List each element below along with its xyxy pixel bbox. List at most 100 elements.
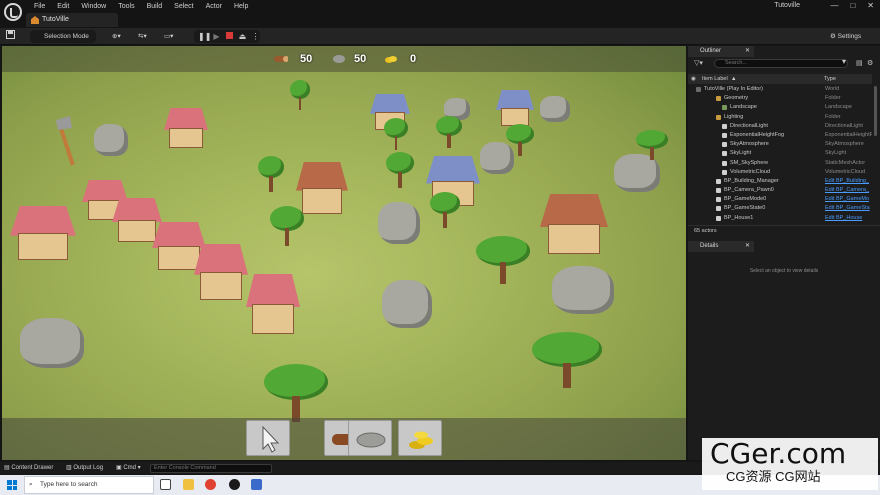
step-icon[interactable]: ▶	[212, 30, 221, 43]
outliner-row[interactable]: BP_Building_Manager Edit BP_Building_	[688, 177, 872, 186]
edit-blueprint-link[interactable]: Edit BP_Camera_	[825, 186, 872, 195]
output-log-button[interactable]: ▥ Output Log	[66, 464, 103, 472]
outliner-row[interactable]: ExponentialHeightFog ExponentialHeightFog	[688, 131, 872, 140]
output-log-label: Output Log	[73, 465, 104, 471]
console-command-input[interactable]: Enter Console Command	[150, 464, 272, 473]
settings-button[interactable]: ⚙ Settings	[830, 30, 876, 43]
row-label: Geometry	[724, 95, 749, 102]
close-icon[interactable]: ✕	[745, 46, 750, 57]
menu-edit[interactable]: Edit	[51, 2, 75, 12]
outliner-row[interactable]: DirectionalLight DirectionalLight	[688, 122, 872, 131]
content-drawer-button[interactable]: ▤ Content Drawer	[4, 464, 53, 472]
menu-tools[interactable]: Tools	[112, 2, 140, 12]
menu-build[interactable]: Build	[141, 2, 169, 12]
menu-select[interactable]: Select	[168, 2, 199, 12]
edit-blueprint-link[interactable]: Edit BP_Building_	[825, 177, 872, 186]
build-goldmine-button[interactable]	[398, 420, 442, 456]
outliner-row[interactable]: BP_GameState0 Edit BP_GameSta	[688, 204, 872, 213]
unreal-logo-icon[interactable]	[4, 3, 22, 21]
row-label: BP_GameMode0	[724, 196, 767, 203]
pause-icon[interactable]: ❚❚	[198, 30, 211, 43]
outliner-row[interactable]: SkyLight SkyLight	[688, 149, 872, 158]
col-type[interactable]: Type	[824, 74, 836, 84]
row-type: Landscape	[825, 104, 852, 111]
maximize-icon[interactable]: □	[850, 1, 855, 10]
row-label: ExponentialHeightFog	[730, 131, 785, 138]
game-viewport[interactable]: 50 50 0	[2, 46, 686, 460]
close-icon[interactable]: ✕	[867, 1, 874, 10]
outliner-search-input[interactable]: Search...	[714, 59, 848, 68]
eye-icon[interactable]: ◉	[691, 74, 696, 84]
file-explorer-icon[interactable]	[183, 479, 194, 490]
build-quarry-button[interactable]	[348, 420, 392, 456]
level-tab[interactable]: TutoVille	[26, 13, 118, 27]
eject-icon[interactable]: ⏏	[238, 30, 247, 43]
outliner-row[interactable]: Landscape Landscape	[688, 103, 872, 112]
app-taskbar-icon[interactable]	[251, 479, 262, 490]
fog-icon	[722, 132, 727, 138]
tab-outliner[interactable]: Outliner ✕	[688, 46, 754, 57]
outliner-row[interactable]: SM_SkySphere StaticMeshActor	[688, 159, 872, 168]
chrome-icon[interactable]	[205, 479, 216, 490]
menu-help[interactable]: Help	[228, 2, 254, 12]
outliner-scrollbar[interactable]	[874, 86, 877, 136]
wood-log-icon	[274, 56, 288, 62]
menu-window[interactable]: Window	[75, 2, 112, 12]
row-type: Folder	[825, 95, 841, 102]
console-placeholder: Enter Console Command	[154, 465, 216, 471]
selection-mode-dropdown[interactable]: Selection Mode ▾	[30, 30, 96, 53]
cursor-tool-button[interactable]	[246, 420, 290, 456]
chevron-down-icon[interactable]: ▾	[842, 57, 846, 66]
outliner-tab-label: Outliner	[700, 48, 722, 54]
more-options-icon[interactable]: ⋮	[251, 30, 260, 43]
edit-blueprint-link[interactable]: Edit BP_GameSta	[825, 204, 872, 213]
filter-icon[interactable]: ▽▾	[694, 59, 703, 67]
task-view-icon[interactable]	[160, 479, 171, 490]
static-mesh-icon	[722, 160, 727, 166]
cmd-dropdown[interactable]: ▣ Cmd ▾	[116, 464, 141, 472]
stop-icon[interactable]	[225, 30, 234, 43]
tree-model	[506, 124, 534, 156]
row-label: TutoVille (Play In Editor)	[704, 86, 763, 92]
minimize-icon[interactable]: —	[830, 1, 838, 10]
cursor-icon	[262, 425, 280, 453]
taskbar-search-placeholder: Type here to search	[40, 481, 98, 488]
gear-icon[interactable]: ⚙	[867, 59, 873, 67]
gear-icon: ⚙	[830, 33, 838, 40]
cinematics-icon[interactable]: ▭▾	[164, 30, 182, 43]
edit-blueprint-link[interactable]: Edit BP_House	[825, 214, 872, 223]
add-folder-icon[interactable]: ▤	[856, 59, 863, 67]
windows-start-icon[interactable]	[7, 480, 17, 490]
row-label: BP_House1	[724, 214, 754, 221]
outliner-row[interactable]: BP_GameMode0 Edit BP_GameMo	[688, 195, 872, 204]
rock-model	[552, 266, 614, 314]
blueprint-icon[interactable]: ⇆▾	[138, 30, 156, 43]
outliner-row[interactable]: BP_House1 Edit BP_House	[688, 214, 872, 223]
directional-light-icon	[722, 123, 727, 129]
tree-model	[264, 364, 328, 422]
add-actor-icon[interactable]: ⊕▾	[112, 30, 130, 43]
edit-blueprint-link[interactable]: Edit BP_GameMo	[825, 195, 872, 204]
menu-file[interactable]: File	[28, 2, 51, 12]
unreal-editor-window: File Edit Window Tools Build Select Acto…	[0, 0, 880, 495]
row-label: DirectionalLight	[730, 122, 768, 129]
watermark: CGer.com CG资源 CG网站	[702, 438, 878, 490]
outliner-row[interactable]: Geometry Folder	[688, 94, 872, 103]
tab-details[interactable]: Details ✕	[688, 241, 754, 252]
atmosphere-icon	[722, 142, 727, 148]
taskbar-search-input[interactable]: ⌕ Type here to search	[24, 476, 154, 494]
close-icon[interactable]: ✕	[745, 241, 750, 252]
outliner-row[interactable]: VolumetricCloud VolumetricCloud	[688, 168, 872, 177]
unreal-taskbar-icon[interactable]	[229, 479, 240, 490]
row-label: SM_SkySphere	[730, 159, 769, 166]
outliner-row[interactable]: BP_Camera_Pawn0 Edit BP_Camera_	[688, 186, 872, 195]
menu-actor[interactable]: Actor	[200, 2, 228, 12]
tree-model	[532, 332, 602, 388]
outliner-row[interactable]: SkyAtmosphere SkyAtmosphere	[688, 140, 872, 149]
save-icon[interactable]	[6, 30, 16, 43]
col-item-label[interactable]: Item Label	[702, 74, 728, 84]
cloud-icon	[722, 169, 727, 175]
outliner-row[interactable]: Lighting Folder	[688, 113, 872, 122]
level-tab-label: TutoVille	[42, 16, 69, 23]
outliner-row[interactable]: TutoVille (Play In Editor) World	[688, 85, 872, 94]
